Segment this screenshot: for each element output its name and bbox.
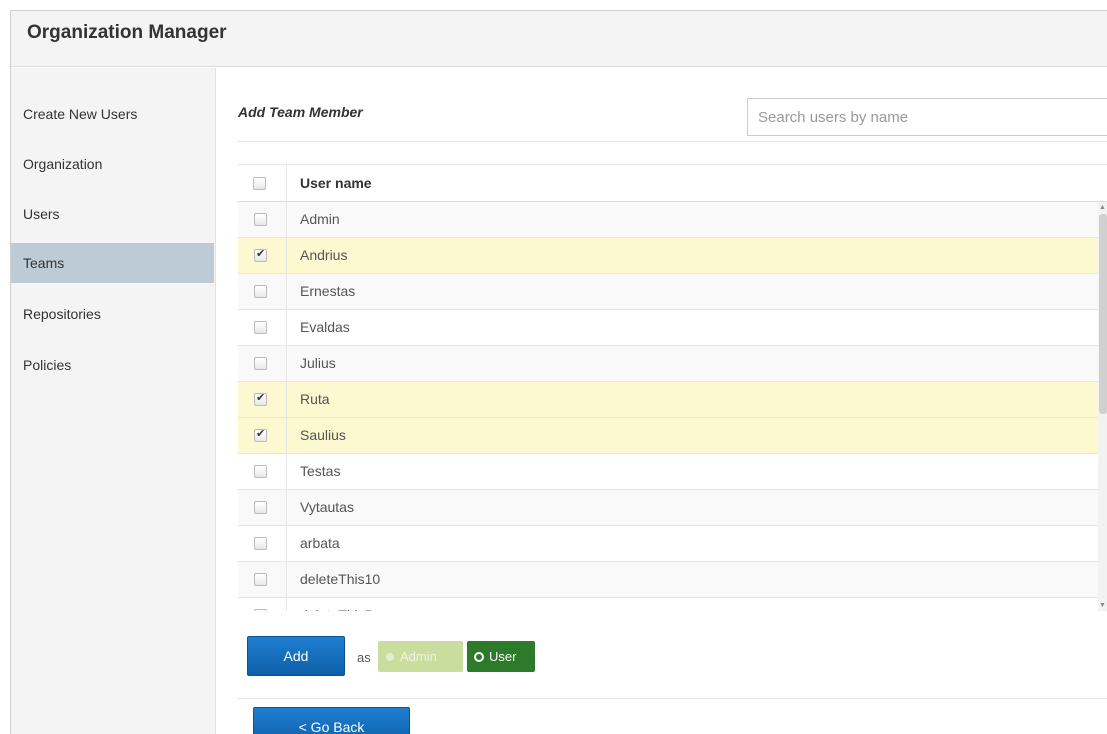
table-row[interactable]: Ruta: [238, 382, 1098, 418]
row-checkbox[interactable]: [254, 609, 267, 611]
radio-unselected-icon: [386, 653, 394, 661]
column-divider: [286, 382, 287, 418]
row-checkbox[interactable]: [254, 573, 267, 586]
column-divider: [286, 418, 287, 454]
row-checkbox-checked[interactable]: [254, 247, 267, 262]
column-divider: [286, 562, 287, 598]
row-checkbox[interactable]: [254, 357, 267, 370]
column-divider: [286, 454, 287, 490]
table-row[interactable]: Andrius: [238, 238, 1098, 274]
table-row[interactable]: Julius: [238, 346, 1098, 382]
table-header: User name: [238, 165, 1107, 202]
row-checkbox[interactable]: [254, 501, 267, 514]
scroll-down-arrow-icon[interactable]: ▼: [1099, 602, 1106, 610]
user-name-cell: Vytautas: [300, 499, 354, 515]
go-back-button[interactable]: < Go Back: [253, 707, 410, 734]
role-admin-label: Admin: [400, 649, 437, 664]
sidebar-item-teams[interactable]: Teams: [11, 243, 214, 283]
table-row[interactable]: Testas: [238, 454, 1098, 490]
row-checkbox[interactable]: [254, 465, 267, 478]
user-name-cell: Admin: [300, 211, 340, 227]
row-checkbox-checked[interactable]: [254, 391, 267, 406]
user-name-cell: Testas: [300, 463, 341, 479]
sidebar-item-create-new-users[interactable]: Create New Users: [11, 94, 214, 134]
table-row[interactable]: deleteThis10: [238, 562, 1098, 598]
sidebar-item-repositories[interactable]: Repositories: [11, 294, 214, 334]
column-header-user-name: User name: [300, 175, 372, 191]
column-divider: [286, 490, 287, 526]
user-name-cell: Ruta: [300, 391, 330, 407]
search-users-input[interactable]: [747, 98, 1107, 136]
column-divider: [286, 310, 287, 346]
add-button[interactable]: Add: [247, 636, 345, 676]
table-row[interactable]: Vytautas: [238, 490, 1098, 526]
row-checkbox[interactable]: [254, 285, 267, 298]
app-window: Organization Manager Create New Users Or…: [10, 10, 1107, 734]
table-scrollbar[interactable]: ▲ ▼: [1098, 202, 1107, 611]
scroll-up-arrow-icon[interactable]: ▲: [1099, 204, 1106, 212]
row-checkbox[interactable]: [254, 321, 267, 334]
section-title: Add Team Member: [238, 104, 363, 120]
divider: [237, 141, 1107, 142]
table-row[interactable]: deleteThis5: [238, 598, 1098, 611]
user-name-cell: Saulius: [300, 427, 346, 443]
row-checkbox[interactable]: [254, 213, 267, 226]
app-header: Organization Manager: [11, 11, 1107, 67]
column-divider: [286, 274, 287, 310]
column-divider: [286, 526, 287, 562]
app-title: Organization Manager: [27, 22, 227, 43]
role-admin-option[interactable]: Admin: [378, 641, 463, 672]
column-divider: [286, 346, 287, 382]
sidebar-item-organization[interactable]: Organization: [11, 144, 214, 184]
column-divider: [286, 598, 287, 611]
column-divider: [286, 238, 287, 274]
user-name-cell: Andrius: [300, 247, 348, 263]
column-divider: [286, 202, 287, 238]
user-name-cell: arbata: [300, 535, 340, 551]
role-user-option[interactable]: User: [467, 641, 535, 672]
row-checkbox[interactable]: [254, 537, 267, 550]
users-table: User name Admin Andrius Ernestas Evaldas Jul…: [238, 164, 1107, 611]
table-row[interactable]: Evaldas: [238, 310, 1098, 346]
sidebar: Create New Users Organization Users Team…: [11, 68, 216, 734]
role-user-label: User: [489, 649, 517, 664]
sidebar-item-policies[interactable]: Policies: [11, 345, 214, 385]
sidebar-item-users[interactable]: Users: [11, 194, 214, 234]
select-all-checkbox[interactable]: [253, 177, 266, 190]
row-checkbox-checked[interactable]: [254, 427, 267, 442]
scroll-thumb[interactable]: [1099, 214, 1107, 414]
as-label: as: [357, 650, 371, 665]
table-row[interactable]: Saulius: [238, 418, 1098, 454]
radio-selected-icon: [474, 652, 484, 662]
user-name-cell: Julius: [300, 355, 336, 371]
table-row[interactable]: Admin: [238, 202, 1098, 238]
table-row[interactable]: Ernestas: [238, 274, 1098, 310]
divider: [237, 698, 1107, 699]
user-name-cell: deleteThis10: [300, 571, 381, 587]
main-content: Add Team Member User name Admin Andrius Er…: [217, 68, 1107, 734]
user-name-cell: Ernestas: [300, 283, 356, 299]
user-name-cell: deleteThis5: [300, 607, 372, 611]
table-row[interactable]: arbata: [238, 526, 1098, 562]
column-divider: [286, 165, 287, 202]
table-body: Admin Andrius Ernestas Evaldas Julius Ruta Sau…: [238, 202, 1098, 611]
user-name-cell: Evaldas: [300, 319, 350, 335]
